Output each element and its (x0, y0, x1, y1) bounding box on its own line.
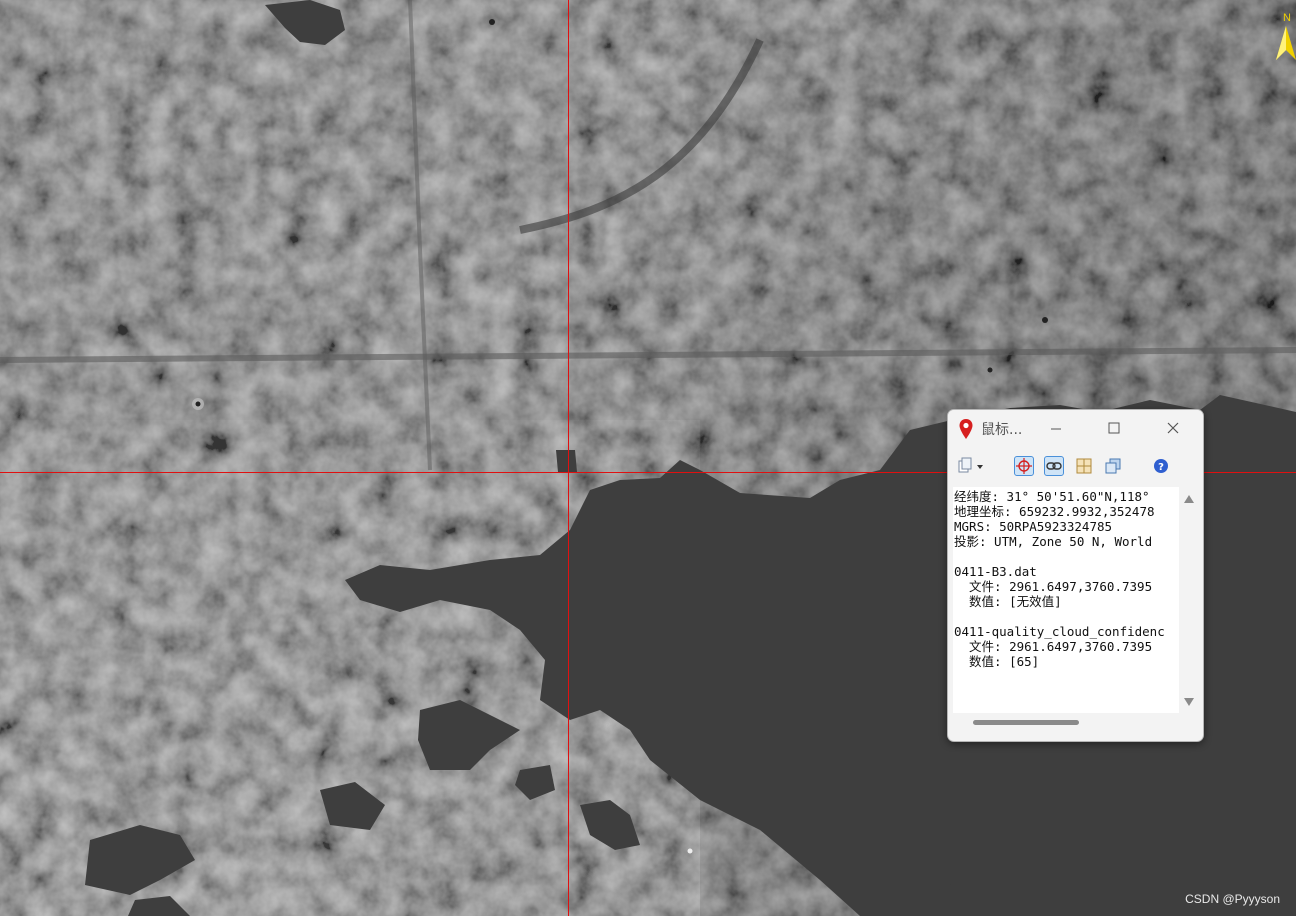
copy-button[interactable] (956, 456, 986, 476)
watermark-text: CSDN @Pyyyson (1185, 892, 1280, 906)
info-line: 经纬度: 31° 50'51.60"N,118° (954, 489, 1150, 504)
map-pin-icon (959, 419, 973, 439)
cursor-value-text-area[interactable]: 经纬度: 31° 50'51.60"N,118° 地理坐标: 659232.99… (953, 487, 1179, 713)
north-arrow-icon (1276, 26, 1296, 60)
help-button[interactable]: ? (1151, 456, 1171, 476)
layers-button[interactable] (1103, 456, 1123, 476)
minimize-icon (1051, 428, 1061, 430)
dialog-toolbar: ? (948, 452, 1203, 482)
horizontal-scrollbar[interactable] (953, 715, 1179, 731)
info-line: 地理坐标: 659232.9932,352478 (954, 504, 1155, 519)
scroll-down-arrow-icon[interactable] (1184, 698, 1194, 706)
grid-icon (1076, 458, 1092, 474)
info-line: 文件: 2961.6497,3760.7395 (954, 579, 1153, 594)
close-button[interactable] (1159, 414, 1187, 442)
help-icon: ? (1154, 459, 1168, 473)
scroll-up-arrow-icon[interactable] (1184, 495, 1194, 503)
link-views-button[interactable] (1044, 456, 1064, 476)
maximize-icon (1108, 422, 1120, 434)
vertical-scrollbar[interactable] (1179, 487, 1199, 713)
link-icon (1046, 462, 1062, 470)
svg-text:?: ? (1158, 462, 1164, 473)
layers-icon (1105, 458, 1121, 474)
close-icon (1167, 422, 1179, 434)
dialog-titlebar[interactable]: 鼠标... (948, 410, 1203, 446)
crosshair-toggle-button[interactable] (1014, 456, 1034, 476)
info-line: 数值: [65] (954, 654, 1040, 669)
info-line: 0411-quality_cloud_confidenc (954, 624, 1165, 639)
grid-button[interactable] (1074, 456, 1094, 476)
info-line: 0411-B3.dat (954, 564, 1037, 579)
copy-icon (958, 457, 983, 473)
crosshair-vertical-line (568, 0, 569, 916)
horizontal-scroll-thumb[interactable] (973, 720, 1079, 725)
dialog-title: 鼠标... (981, 422, 1023, 438)
minimize-button[interactable] (1042, 414, 1070, 442)
info-line: MGRS: 50RPA5923324785 (954, 519, 1113, 534)
maximize-button[interactable] (1100, 414, 1128, 442)
info-line: 投影: UTM, Zone 50 N, World (954, 534, 1153, 549)
info-line: 数值: [无效值] (954, 594, 1062, 609)
cursor-value-dialog[interactable]: 鼠标... ? 经纬度: 31° 50'51.60"N,118° 地理坐标: 6… (947, 409, 1204, 742)
crosshair-target-icon (1016, 458, 1032, 474)
north-arrow: N (1272, 12, 1296, 62)
info-line: 文件: 2961.6497,3760.7395 (954, 639, 1153, 654)
